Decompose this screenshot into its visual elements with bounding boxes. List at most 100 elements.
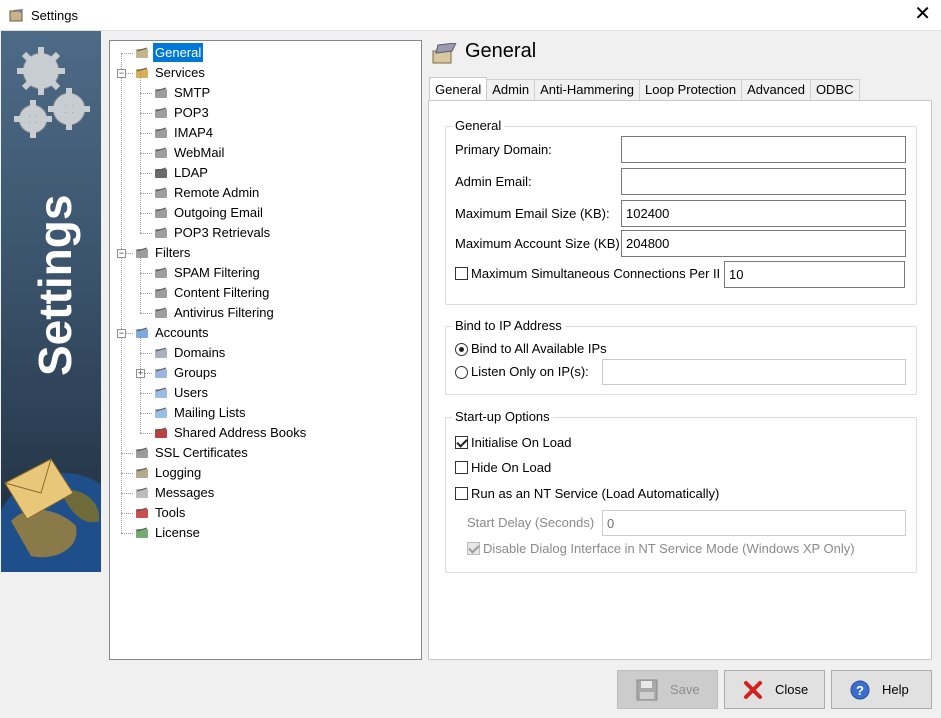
max-connections-label: Maximum Simultaneous Connections Per IP: [471, 266, 719, 281]
general-icon: [432, 43, 457, 64]
tree-item-label: Remote Admin: [174, 185, 260, 200]
nt-service-label: Run as an NT Service (Load Automatically…: [471, 486, 720, 501]
initialise-on-load-checkbox[interactable]: [455, 436, 468, 449]
red-x-icon: [744, 680, 762, 699]
tree-item-label: Mailing Lists: [174, 405, 246, 420]
tree-expander[interactable]: −: [117, 69, 126, 78]
tree-item-label: POP3 Retrievals: [174, 225, 271, 240]
tree-item-spam-filtering[interactable]: SPAM Filtering: [153, 263, 262, 282]
save-button-label: Save: [670, 682, 700, 697]
listen-only-input[interactable]: [602, 359, 906, 385]
tree-item-users[interactable]: Users: [153, 383, 210, 402]
tree-item-label: IMAP4: [174, 125, 214, 140]
tree-item-label: Services: [155, 65, 205, 80]
antivirus-icon: [155, 307, 167, 318]
users-icon: [155, 387, 167, 398]
hide-on-load-label: Hide On Load: [471, 460, 552, 475]
app-icon: [9, 9, 23, 22]
tree-item-label: SPAM Filtering: [174, 265, 260, 280]
listen-only-radio[interactable]: [455, 366, 468, 379]
tree-item-smtp[interactable]: SMTP: [153, 83, 212, 102]
folder-icon: [136, 327, 148, 338]
title-bar: Settings ✕: [0, 0, 941, 31]
tree-item-groups[interactable]: Groups: [153, 363, 219, 382]
bind-all-radio[interactable]: [455, 343, 468, 356]
window-close-button[interactable]: ✕: [914, 4, 931, 24]
tree-item-antivirus-filtering[interactable]: Antivirus Filtering: [153, 303, 276, 322]
settings-tree[interactable]: General − Services SMTP POP3 IMAP4 WebMail LDAP…: [109, 40, 422, 660]
tree-expander[interactable]: +: [136, 369, 145, 378]
max-email-size-input[interactable]: 102400: [621, 200, 906, 227]
tree-item-logging[interactable]: Logging: [134, 463, 203, 482]
tree-item-license[interactable]: License: [134, 523, 202, 542]
tree-item-mailing-lists[interactable]: Mailing Lists: [153, 403, 248, 422]
hide-on-load-checkbox[interactable]: [455, 461, 468, 474]
max-email-size-label: Maximum Email Size (KB):: [455, 206, 610, 221]
tree-item-filters[interactable]: Filters: [134, 243, 192, 262]
tree-item-services[interactable]: Services: [134, 63, 207, 82]
max-connections-checkbox[interactable]: [455, 267, 468, 280]
banner-title: Settings: [29, 195, 81, 376]
nt-service-checkbox[interactable]: [455, 487, 468, 500]
startup-group-legend: Start-up Options: [452, 409, 553, 424]
listen-only-label: Listen Only on IP(s):: [471, 364, 589, 379]
tree-expander[interactable]: −: [117, 249, 126, 258]
general-tab-panel: General Primary Domain: Admin Email: Max…: [428, 100, 932, 660]
content-filtering-icon: [155, 287, 167, 298]
tree-item-ldap[interactable]: LDAP: [153, 163, 210, 182]
tab-advanced[interactable]: Advanced: [741, 79, 811, 100]
tree-item-imap4[interactable]: IMAP4: [153, 123, 215, 142]
primary-domain-input[interactable]: [621, 136, 906, 163]
tree-item-remote-admin[interactable]: Remote Admin: [153, 183, 261, 202]
help-button-label: Help: [882, 682, 909, 697]
tree-item-label: Domains: [174, 345, 226, 360]
tree-item-label: Messages: [155, 485, 215, 500]
tree-item-label: SMTP: [174, 85, 211, 100]
gears-icon: [14, 47, 90, 138]
tree-item-webmail[interactable]: WebMail: [153, 143, 226, 162]
tree-expander[interactable]: −: [117, 329, 126, 338]
remote-admin-icon: [155, 187, 167, 198]
license-icon: [136, 527, 148, 538]
tree-item-general[interactable]: General: [134, 43, 204, 62]
svg-text:?: ?: [856, 683, 864, 698]
disable-dialog-checkbox[interactable]: [467, 542, 480, 555]
tab-loop-protection[interactable]: Loop Protection: [639, 79, 743, 100]
help-icon: ?: [850, 680, 870, 699]
help-button[interactable]: ? Help: [831, 670, 932, 709]
mailing-lists-icon: [155, 407, 167, 418]
tree-item-pop3-retrievals[interactable]: POP3 Retrievals: [153, 223, 272, 242]
tree-item-tools[interactable]: Tools: [134, 503, 187, 522]
start-delay-input[interactable]: 0: [602, 510, 906, 536]
close-button[interactable]: Close: [724, 670, 825, 709]
pop3-icon: [155, 107, 167, 118]
admin-email-input[interactable]: [621, 168, 906, 195]
tree-item-messages[interactable]: Messages: [134, 483, 216, 502]
save-button[interactable]: Save: [617, 670, 718, 709]
tree-item-accounts[interactable]: Accounts: [134, 323, 210, 342]
max-account-size-input[interactable]: 204800: [621, 230, 906, 257]
tree-item-label: License: [155, 525, 200, 540]
tab-odbc[interactable]: ODBC: [809, 79, 860, 100]
tree-item-ssl-certificates[interactable]: SSL Certificates: [134, 443, 250, 462]
tree-item-label: Shared Address Books: [174, 425, 307, 440]
tree-item-label: Antivirus Filtering: [174, 305, 274, 320]
tab-general[interactable]: General: [429, 77, 488, 100]
tree-item-domains[interactable]: Domains: [153, 343, 227, 362]
close-button-label: Close: [775, 682, 809, 697]
max-connections-input[interactable]: 10: [724, 261, 905, 288]
tree-item-label: POP3: [174, 105, 209, 120]
logging-icon: [136, 467, 148, 478]
tree-item-label: WebMail: [174, 145, 225, 160]
tree-item-outgoing-email[interactable]: Outgoing Email: [153, 203, 265, 222]
tree-item-content-filtering[interactable]: Content Filtering: [153, 283, 271, 302]
tree-item-shared-address-books[interactable]: Shared Address Books: [153, 423, 308, 442]
disable-dialog-label: Disable Dialog Interface in NT Service M…: [483, 541, 855, 556]
tab-anti-hammering[interactable]: Anti-Hammering: [534, 79, 641, 100]
svg-text:Settings: Settings: [29, 195, 81, 376]
spam-filtering-icon: [155, 267, 167, 278]
tree-item-label: LDAP: [174, 165, 208, 180]
tree-item-pop3[interactable]: POP3: [153, 103, 211, 122]
tab-admin[interactable]: Admin: [486, 79, 536, 100]
tree-item-label: Accounts: [155, 325, 209, 340]
